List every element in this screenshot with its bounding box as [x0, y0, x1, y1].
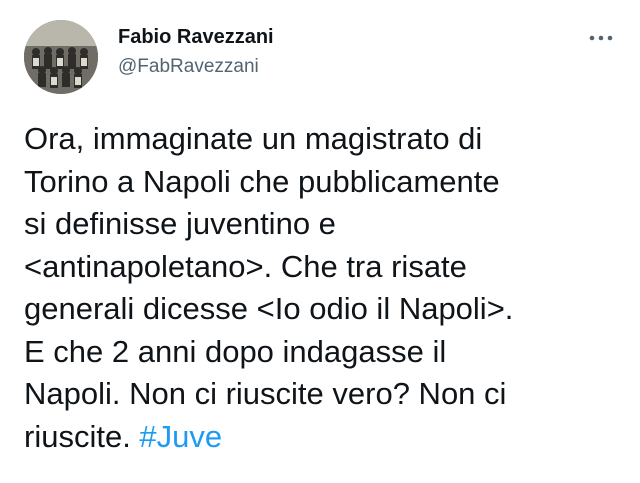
tweet-text-line: Napoli. Non ci riuscite vero? Non ci	[24, 376, 507, 411]
hashtag-link[interactable]: #Juve	[139, 419, 222, 454]
tweet-text-last-line: riuscite. #Juve	[24, 416, 624, 459]
author-name[interactable]: Fabio Ravezzani	[118, 26, 274, 49]
more-options-icon	[589, 35, 613, 41]
profile-photo-icon	[24, 20, 98, 94]
author-handle[interactable]: @FabRavezzani	[118, 56, 259, 78]
tweet-text-line: si definisse juventino e	[24, 206, 336, 241]
tweet-text-line: riuscite.	[24, 418, 140, 454]
tweet-text-line: <antinapoletano>. Che tra risate	[24, 248, 467, 284]
tweet-card: Fabio Ravezzani @FabRavezzani Ora, immag…	[0, 0, 640, 483]
avatar[interactable]	[24, 20, 98, 94]
tweet-text: Ora, immaginate un magistrato di Torino …	[24, 118, 624, 458]
tweet-text-line: generali dicesse <Io odio il Napoli>.	[24, 291, 514, 326]
more-options-button[interactable]	[584, 28, 618, 48]
tweet-text-line: Torino a Napoli che pubblicamente	[24, 163, 500, 199]
tweet-text-line: Ora, immaginate un magistrato di	[24, 121, 483, 156]
tweet-text-line: E che 2 anni dopo indagasse il	[24, 333, 447, 369]
